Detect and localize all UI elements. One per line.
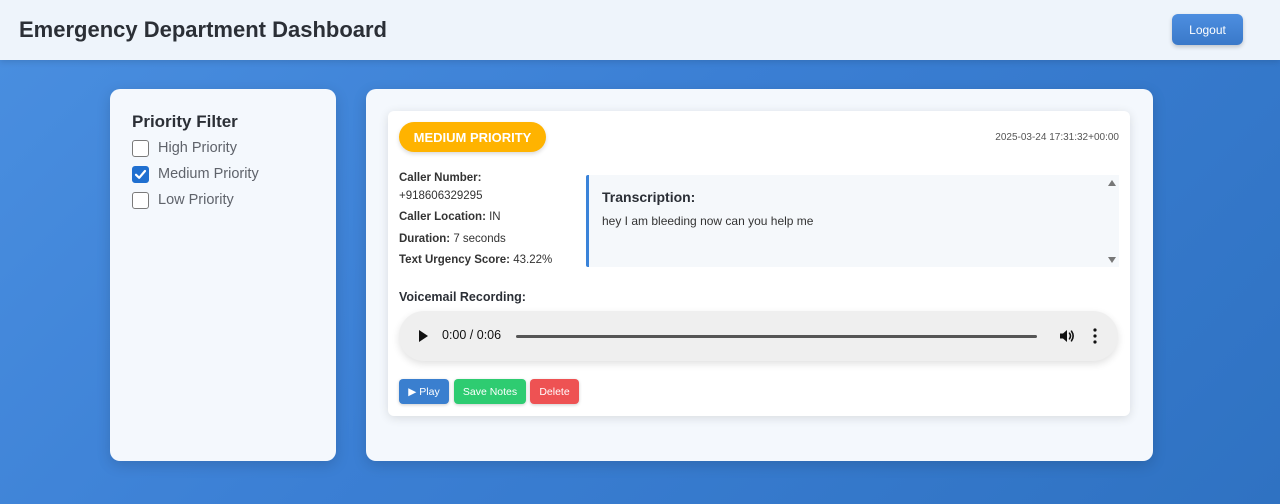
- filter-option-low[interactable]: Low Priority: [132, 190, 322, 210]
- urgency-row: Text Urgency Score: 43.22%: [399, 254, 552, 266]
- page-title: Emergency Department Dashboard: [19, 17, 387, 42]
- filter-option-medium[interactable]: Medium Priority: [132, 164, 322, 184]
- logout-button[interactable]: Logout: [1172, 14, 1243, 45]
- caller-number-row: Caller Number:: [399, 172, 481, 184]
- filter-option-high[interactable]: High Priority: [132, 138, 322, 158]
- caller-location-label: Caller Location:: [399, 211, 486, 223]
- priority-badge: MEDIUM PRIORITY: [399, 122, 546, 152]
- play-button[interactable]: ▶ Play: [399, 379, 449, 404]
- filter-title: Priority Filter: [132, 112, 238, 131]
- scroll-up-arrow-icon[interactable]: [1108, 180, 1116, 186]
- duration-row: Duration: 7 seconds: [399, 233, 506, 245]
- urgency-value: 43.22%: [513, 254, 553, 266]
- voicemail-label: Voicemail Recording:: [399, 290, 526, 304]
- delete-button[interactable]: Delete: [530, 379, 579, 404]
- volume-icon[interactable]: [1058, 327, 1076, 345]
- caller-location-row: Caller Location: IN: [399, 211, 501, 223]
- save-notes-button[interactable]: Save Notes: [454, 379, 526, 404]
- caller-number-label: Caller Number:: [399, 172, 482, 184]
- caller-location-value: IN: [489, 211, 501, 223]
- audio-progress-bar[interactable]: [516, 335, 1037, 338]
- urgency-label: Text Urgency Score:: [399, 254, 510, 266]
- call-card: MEDIUM PRIORITY 2025-03-24 17:31:32+00:0…: [388, 111, 1130, 416]
- transcription-box[interactable]: Transcription: hey I am bleeding now can…: [586, 175, 1119, 267]
- transcription-text: hey I am bleeding now can you help me: [602, 214, 814, 228]
- more-options-icon[interactable]: [1093, 328, 1097, 344]
- filter-label-high: High Priority: [158, 140, 237, 156]
- duration-value: 7 seconds: [453, 233, 506, 245]
- audio-player: 0:00 / 0:06: [399, 311, 1118, 361]
- low-priority-checkbox[interactable]: [132, 191, 149, 209]
- duration-label: Duration:: [399, 233, 451, 245]
- audio-play-icon[interactable]: [419, 330, 428, 342]
- filter-label-low: Low Priority: [158, 192, 234, 208]
- caller-number-value: +918606329295: [399, 190, 483, 202]
- call-timestamp: 2025-03-24 17:31:32+00:00: [995, 132, 1119, 143]
- filter-label-medium: Medium Priority: [158, 166, 259, 182]
- medium-priority-checkbox[interactable]: [132, 165, 149, 183]
- calls-panel: MEDIUM PRIORITY 2025-03-24 17:31:32+00:0…: [366, 89, 1153, 461]
- top-bar: Emergency Department Dashboard Logout: [0, 0, 1280, 60]
- checkmark-icon: [134, 169, 147, 179]
- scroll-down-arrow-icon[interactable]: [1108, 257, 1116, 263]
- audio-time: 0:00 / 0:06: [442, 328, 502, 342]
- transcription-title: Transcription:: [602, 189, 696, 205]
- transcription-scrollbar[interactable]: [1105, 175, 1119, 267]
- priority-filter-panel: Priority Filter High Priority Medium Pri…: [110, 89, 336, 461]
- high-priority-checkbox[interactable]: [132, 139, 149, 157]
